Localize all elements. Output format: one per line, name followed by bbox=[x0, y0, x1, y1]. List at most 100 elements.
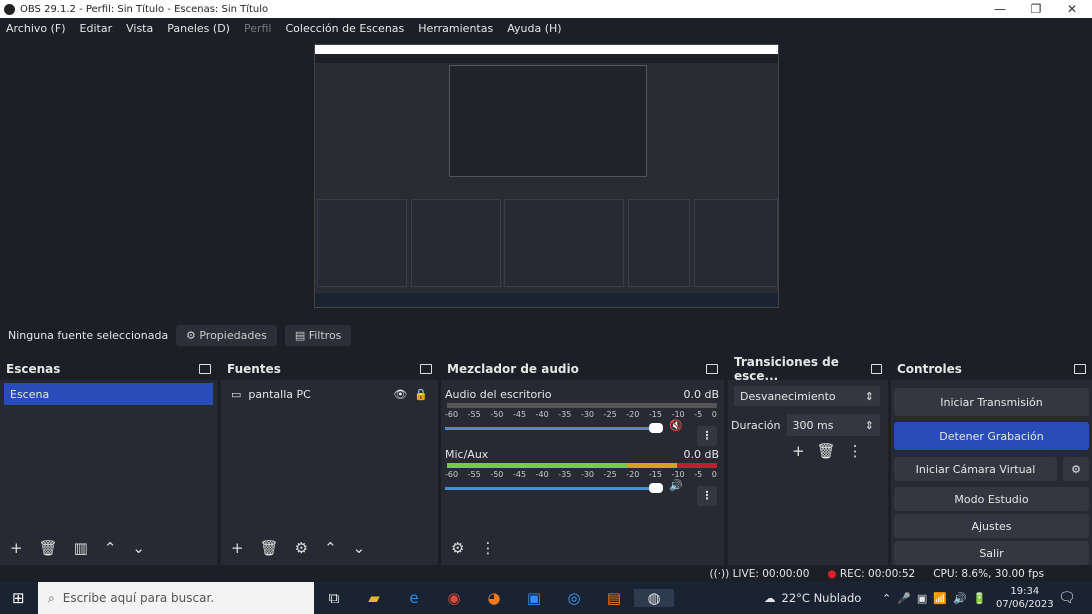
virtual-camera-gear-icon[interactable]: ⚙ bbox=[1063, 457, 1089, 481]
eye-icon[interactable]: 👁 bbox=[393, 388, 407, 401]
up-icon[interactable]: ⌃ bbox=[324, 539, 337, 557]
scene-item[interactable]: Escena bbox=[4, 383, 213, 405]
meter-tick: -20 bbox=[626, 410, 640, 419]
float-icon[interactable] bbox=[871, 364, 882, 374]
duration-label: Duración bbox=[731, 418, 781, 432]
taskbar: ⊞ ⌕ Escribe aquí para buscar. ⧉ ▰ e ◉ ◕ ▣… bbox=[0, 582, 1092, 614]
meter-tick: -55 bbox=[467, 410, 481, 419]
trash-icon[interactable]: 🗑 bbox=[260, 539, 279, 557]
cortana-icon[interactable]: ◎ bbox=[554, 589, 594, 607]
meter-tick: -15 bbox=[648, 470, 662, 479]
clock[interactable]: 19:34 07/06/2023 bbox=[996, 585, 1054, 611]
start-virtual-camera-button[interactable]: Iniciar Cámara Virtual bbox=[894, 457, 1057, 481]
menu-coleccion[interactable]: Colección de Escenas bbox=[286, 22, 405, 35]
mixer-title: Mezclador de audio bbox=[447, 362, 579, 376]
transitions-dock: Transiciones de esce... Desvanecimiento ⇕… bbox=[728, 355, 888, 565]
meter-tick: -40 bbox=[535, 470, 549, 479]
duration-input[interactable]: 300 ms ⇕ bbox=[786, 414, 880, 436]
meter-tick: -45 bbox=[512, 470, 527, 479]
maximize-button[interactable]: ❐ bbox=[1018, 0, 1054, 18]
gear-icon[interactable]: ⚙ bbox=[295, 539, 308, 557]
sources-dock: Fuentes ▭ pantalla PC 👁 🔒 + 🗑 ⚙ ⌃ ⌄ bbox=[221, 358, 438, 565]
minimize-button[interactable]: — bbox=[982, 0, 1018, 18]
properties-label: Propiedades bbox=[199, 328, 267, 342]
float-icon[interactable] bbox=[706, 364, 718, 374]
rec-status: ● REC: 00:00:52 bbox=[827, 568, 915, 580]
settings-button[interactable]: Ajustes bbox=[894, 514, 1089, 538]
edge-icon[interactable]: e bbox=[394, 589, 434, 607]
volume-slider[interactable] bbox=[445, 483, 663, 493]
window-title: OBS 29.1.2 - Perfil: Sin Título - Escena… bbox=[20, 3, 269, 15]
more-options-button[interactable]: ⋮ bbox=[697, 486, 717, 506]
properties-button[interactable]: ⚙ Propiedades bbox=[176, 324, 277, 346]
windows-start-icon[interactable]: ⊞ bbox=[12, 589, 25, 607]
menu-vista[interactable]: Vista bbox=[126, 22, 153, 35]
muted-speaker-icon[interactable]: 🔇 bbox=[669, 419, 683, 432]
meter-tick: -55 bbox=[467, 470, 481, 479]
chrome-icon[interactable]: ◉ bbox=[434, 589, 474, 607]
controls-dock: Controles Iniciar Transmisión Detener Gr… bbox=[891, 358, 1092, 565]
down-icon[interactable]: ⌄ bbox=[132, 539, 145, 557]
menu-ayuda[interactable]: Ayuda (H) bbox=[507, 22, 561, 35]
source-label: pantalla PC bbox=[248, 387, 311, 401]
studio-mode-button[interactable]: Modo Estudio bbox=[894, 487, 1089, 511]
close-button[interactable]: ✕ bbox=[1054, 0, 1090, 18]
add-transition-icon[interactable]: + bbox=[792, 442, 805, 460]
exit-button[interactable]: Salir bbox=[894, 541, 1089, 565]
duration-value: 300 ms bbox=[792, 418, 834, 432]
menu-editar[interactable]: Editar bbox=[80, 22, 113, 35]
float-icon[interactable] bbox=[420, 364, 432, 374]
weather-text[interactable]: 22°C Nublado bbox=[782, 591, 862, 605]
down-icon[interactable]: ⌄ bbox=[353, 539, 366, 557]
no-source-label: Ninguna fuente seleccionada bbox=[8, 328, 168, 342]
controls-title: Controles bbox=[897, 362, 962, 376]
menu-dots-icon[interactable]: ⋮ bbox=[848, 442, 863, 460]
float-icon[interactable] bbox=[199, 364, 211, 374]
float-icon[interactable] bbox=[1074, 364, 1086, 374]
tray-icons[interactable]: ⌃🎤▣📶🔊🔋 bbox=[882, 592, 992, 605]
menu-archivo[interactable]: Archivo (F) bbox=[6, 22, 66, 35]
stop-recording-button[interactable]: Detener Grabación bbox=[894, 422, 1089, 450]
meter-tick: -60 bbox=[445, 410, 459, 419]
up-icon[interactable]: ⌃ bbox=[104, 539, 117, 557]
speaker-icon[interactable]: 🔊 bbox=[669, 479, 683, 492]
meter-tick: -20 bbox=[626, 470, 640, 479]
trash-icon[interactable]: 🗑 bbox=[817, 442, 836, 460]
preview-canvas[interactable] bbox=[314, 44, 779, 308]
channel-mic: Mic/Aux 0.0 dB -60 -55 -50 -45 -40 -35 -30 -25 -2… bbox=[445, 448, 719, 506]
taskbar-search[interactable]: ⌕ Escribe aquí para buscar. bbox=[38, 582, 314, 614]
channel-db: 0.0 dB bbox=[683, 388, 719, 401]
date: 07/06/2023 bbox=[996, 599, 1054, 610]
obs-logo-icon bbox=[4, 3, 15, 15]
menu-paneles[interactable]: Paneles (D) bbox=[167, 22, 230, 35]
add-icon[interactable]: + bbox=[10, 539, 23, 557]
source-item[interactable]: ▭ pantalla PC 👁 🔒 bbox=[225, 383, 434, 405]
menu-dots-icon[interactable]: ⋮ bbox=[480, 539, 495, 557]
trash-icon[interactable]: 🗑 bbox=[39, 539, 58, 557]
meter-tick: -50 bbox=[490, 470, 504, 479]
filters-button[interactable]: ▤ Filtros bbox=[284, 324, 352, 346]
obs-taskbar-icon[interactable]: ◍ bbox=[634, 589, 674, 607]
menu-bar: Archivo (F) Editar Vista Paneles (D) Per… bbox=[0, 18, 1092, 38]
volume-slider[interactable] bbox=[445, 423, 663, 433]
filter-icon[interactable]: ▥ bbox=[74, 539, 88, 557]
advanced-audio-icon[interactable]: ⚙ bbox=[451, 539, 464, 557]
start-streaming-button[interactable]: Iniciar Transmisión bbox=[894, 388, 1089, 416]
meter-tick: -35 bbox=[558, 470, 572, 479]
firefox-icon[interactable]: ◕ bbox=[474, 589, 514, 607]
live-time: LIVE: 00:00:00 bbox=[732, 567, 810, 580]
menu-perfil[interactable]: Perfil bbox=[244, 22, 272, 35]
time: 19:34 bbox=[1010, 586, 1040, 597]
task-view-icon[interactable]: ⧉ bbox=[314, 589, 354, 607]
scenes-dock: Escenas Escena + 🗑 ▥ ⌃ ⌄ bbox=[0, 358, 217, 565]
meter-tick: -10 bbox=[671, 410, 685, 419]
more-options-button[interactable]: ⋮ bbox=[697, 426, 717, 446]
lock-icon[interactable]: 🔒 bbox=[414, 388, 428, 401]
file-explorer-icon[interactable]: ▰ bbox=[354, 589, 394, 607]
transition-select[interactable]: Desvanecimiento ⇕ bbox=[734, 386, 880, 406]
notifications-icon[interactable]: 🗨 bbox=[1058, 590, 1076, 606]
document-app-icon[interactable]: ▤ bbox=[594, 589, 634, 607]
add-icon[interactable]: + bbox=[231, 539, 244, 557]
menu-herramientas[interactable]: Herramientas bbox=[418, 22, 493, 35]
zoom-icon[interactable]: ▣ bbox=[514, 589, 554, 607]
